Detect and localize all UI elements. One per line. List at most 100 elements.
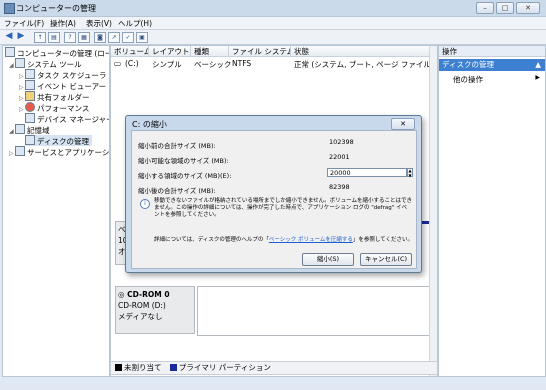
shrink-dialog: C: の縮小 ✕ 縮小前の合計サイズ (MB): 102398 縮小可能な領域の… xyxy=(125,115,422,273)
tree-item-disk-management[interactable]: ディスクの管理 xyxy=(25,135,92,146)
dialog-close-button[interactable]: ✕ xyxy=(391,118,415,130)
services-icon xyxy=(15,146,25,156)
actions-selected-item[interactable]: ディスクの管理 ▲ xyxy=(439,59,545,71)
shrinkable-size-label: 縮小可能な領域のサイズ (MB): xyxy=(138,157,229,165)
cdrom-name-row: ◎ CD-ROM 0 xyxy=(118,289,192,300)
window-title: コンピューターの管理 xyxy=(16,4,96,13)
cell-volume: (C:) xyxy=(125,59,139,68)
tree-item-label: パフォーマンス xyxy=(37,104,90,113)
tree-item-storage[interactable]: ◢ 記憶域 xyxy=(9,124,50,135)
cell-type: ベーシック xyxy=(194,60,232,69)
export-icon[interactable]: ↗ xyxy=(108,32,120,43)
performance-icon xyxy=(25,102,35,112)
more-actions-item[interactable]: 他の操作 xyxy=(453,74,483,85)
title-bar: コンピューターの管理 – □ ✕ xyxy=(0,0,546,17)
help-link[interactable]: ベーシック ボリュームを圧縮する xyxy=(269,237,353,243)
tree-item-label: タスク スケジューラ xyxy=(37,71,107,80)
shared-folder-icon xyxy=(25,91,35,101)
tree-item-label: ディスクの管理 xyxy=(37,137,89,146)
cdrom-label[interactable]: ◎ CD-ROM 0 CD-ROM (D:) メディアなし xyxy=(115,286,195,334)
actions-header: 操作 xyxy=(439,46,545,57)
tools-icon xyxy=(15,58,25,68)
cdrom-partition-area[interactable] xyxy=(197,286,437,336)
toolbar: ◀ ▶ ↑ ▤ ? ▦ ◙ ↗ ✓ ▣ xyxy=(0,30,546,45)
more-actions-label: 他の操作 xyxy=(453,75,483,84)
window-controls: – □ ✕ xyxy=(476,2,540,14)
total-size-after-label: 縮小後の合計サイズ (MB): xyxy=(138,187,216,195)
actions-pane: 操作 ディスクの管理 ▲ 他の操作 ▶ xyxy=(438,45,546,377)
computer-icon xyxy=(5,47,15,57)
help-detail-text: 詳細については、ディスクの管理のヘルプの「ベーシック ボリュームを圧縮する」を参… xyxy=(154,235,416,243)
tree-item-services-apps[interactable]: ▷サービスとアプリケーション xyxy=(9,146,110,157)
cell-layout: シンプル xyxy=(152,60,182,69)
shrink-button[interactable]: 縮小(S) xyxy=(302,253,354,266)
device-manager-icon xyxy=(25,113,35,123)
tree-item-event-viewer[interactable]: ▷ イベント ビューアー xyxy=(19,80,106,91)
disk-icon[interactable]: ◙ xyxy=(94,32,106,43)
cdrom-media: メディアなし xyxy=(118,312,163,321)
menu-view[interactable]: 表示(V) xyxy=(86,18,112,29)
legend-bar: 未割り当て プライマリ パーティション xyxy=(110,361,438,375)
back-icon[interactable]: ◀ xyxy=(4,32,14,41)
event-viewer-icon xyxy=(25,80,35,90)
collapse-arrow-icon[interactable]: ▲ xyxy=(535,59,541,71)
menu-help[interactable]: ヘルプ(H) xyxy=(118,18,152,29)
cancel-button[interactable]: キャンセル(C) xyxy=(360,253,412,266)
maximize-button[interactable]: □ xyxy=(496,2,514,14)
column-header-type[interactable]: 種類 xyxy=(191,46,229,57)
column-header-filesystem[interactable]: ファイル システム xyxy=(229,46,291,57)
tree-item-label: コンピューターの管理 (ローカ xyxy=(17,49,110,58)
shrink-amount-spinner[interactable]: ▲ ▼ xyxy=(407,168,413,177)
spin-down-icon[interactable]: ▼ xyxy=(408,173,412,179)
shrink-info-text: 移動できないファイルが格納されている場所までしか縮小できません。ボリュームを縮小… xyxy=(154,198,413,218)
column-header-volume[interactable]: ボリューム xyxy=(111,46,149,57)
tree-item-label: システム ツール xyxy=(27,60,82,69)
legend-unallocated-label: 未割り当て xyxy=(124,363,162,372)
menu-action[interactable]: 操作(A) xyxy=(50,18,76,29)
tree-item-label: 記憶域 xyxy=(27,126,50,135)
tree-item-computer-management[interactable]: コンピューターの管理 (ローカ xyxy=(5,47,110,58)
help-icon[interactable]: ? xyxy=(64,32,76,43)
unallocated-swatch xyxy=(115,364,122,371)
up-folder-icon[interactable]: ↑ xyxy=(34,32,46,43)
tree-item-task-scheduler[interactable]: ▷ タスク スケジューラ xyxy=(19,69,106,80)
info-icon: i xyxy=(140,199,150,209)
close-button[interactable]: ✕ xyxy=(516,2,540,14)
tree-item-label: サービスとアプリケーション xyxy=(27,148,110,157)
cell-status: 正常 (システム, ブート, ページ ファイル, アクテ xyxy=(294,60,437,69)
tree-item-label: デバイス マネージャー xyxy=(37,115,110,124)
tree-item-shared-folders[interactable]: ▷ 共有フォルダー xyxy=(19,91,90,102)
check-icon[interactable]: ✓ xyxy=(122,32,134,43)
help-detail-suffix: 」を参照してください。 xyxy=(352,237,413,243)
drive-icon: ▭ xyxy=(114,59,122,68)
minimize-button[interactable]: – xyxy=(476,2,494,14)
primary-swatch xyxy=(169,364,177,371)
properties-icon[interactable]: ▦ xyxy=(78,32,90,43)
forward-icon[interactable]: ▶ xyxy=(16,32,26,41)
submenu-arrow-icon: ▶ xyxy=(535,74,540,81)
column-header-status[interactable]: 状態 xyxy=(291,46,437,57)
table-row[interactable]: ▭ (C:) シンプル ベーシック NTFS 正常 (システム, ブート, ペー… xyxy=(111,58,437,69)
legend-primary: プライマリ パーティション xyxy=(169,363,271,372)
menu-bar: ファイル(F) 操作(A) 表示(V) ヘルプ(H) xyxy=(0,17,546,30)
column-header-layout[interactable]: レイアウト xyxy=(149,46,191,57)
tree-item-device-manager[interactable]: デバイス マネージャー xyxy=(25,113,110,124)
tree-item-label: 共有フォルダー xyxy=(37,93,90,102)
total-size-after-value: 82398 xyxy=(327,183,407,192)
tree-item-label: イベント ビューアー xyxy=(37,82,107,91)
menu-file[interactable]: ファイル(F) xyxy=(4,18,44,29)
storage-icon xyxy=(15,124,25,134)
tree-item-system-tools[interactable]: ◢ システム ツール xyxy=(9,58,82,69)
dialog-body: 縮小前の合計サイズ (MB): 102398 縮小可能な領域のサイズ (MB):… xyxy=(131,130,417,269)
shrink-amount-input[interactable]: 20000 xyxy=(327,168,407,177)
cdrom-name: CD-ROM 0 xyxy=(127,290,170,299)
tree-item-performance[interactable]: ▷ パフォーマンス xyxy=(19,102,89,113)
show-hide-tree-icon[interactable]: ▤ xyxy=(48,32,60,43)
vertical-scrollbar[interactable] xyxy=(429,46,437,376)
help-detail-prefix: 詳細については、ディスクの管理のヘルプの「 xyxy=(154,237,269,243)
clock-icon xyxy=(25,69,35,79)
cell-filesystem: NTFS xyxy=(232,59,252,68)
shrink-amount-label: 縮小する領域のサイズ (MB)(E): xyxy=(138,172,232,180)
refresh-icon[interactable]: ▣ xyxy=(136,32,148,43)
total-size-before-value: 102398 xyxy=(327,138,407,147)
